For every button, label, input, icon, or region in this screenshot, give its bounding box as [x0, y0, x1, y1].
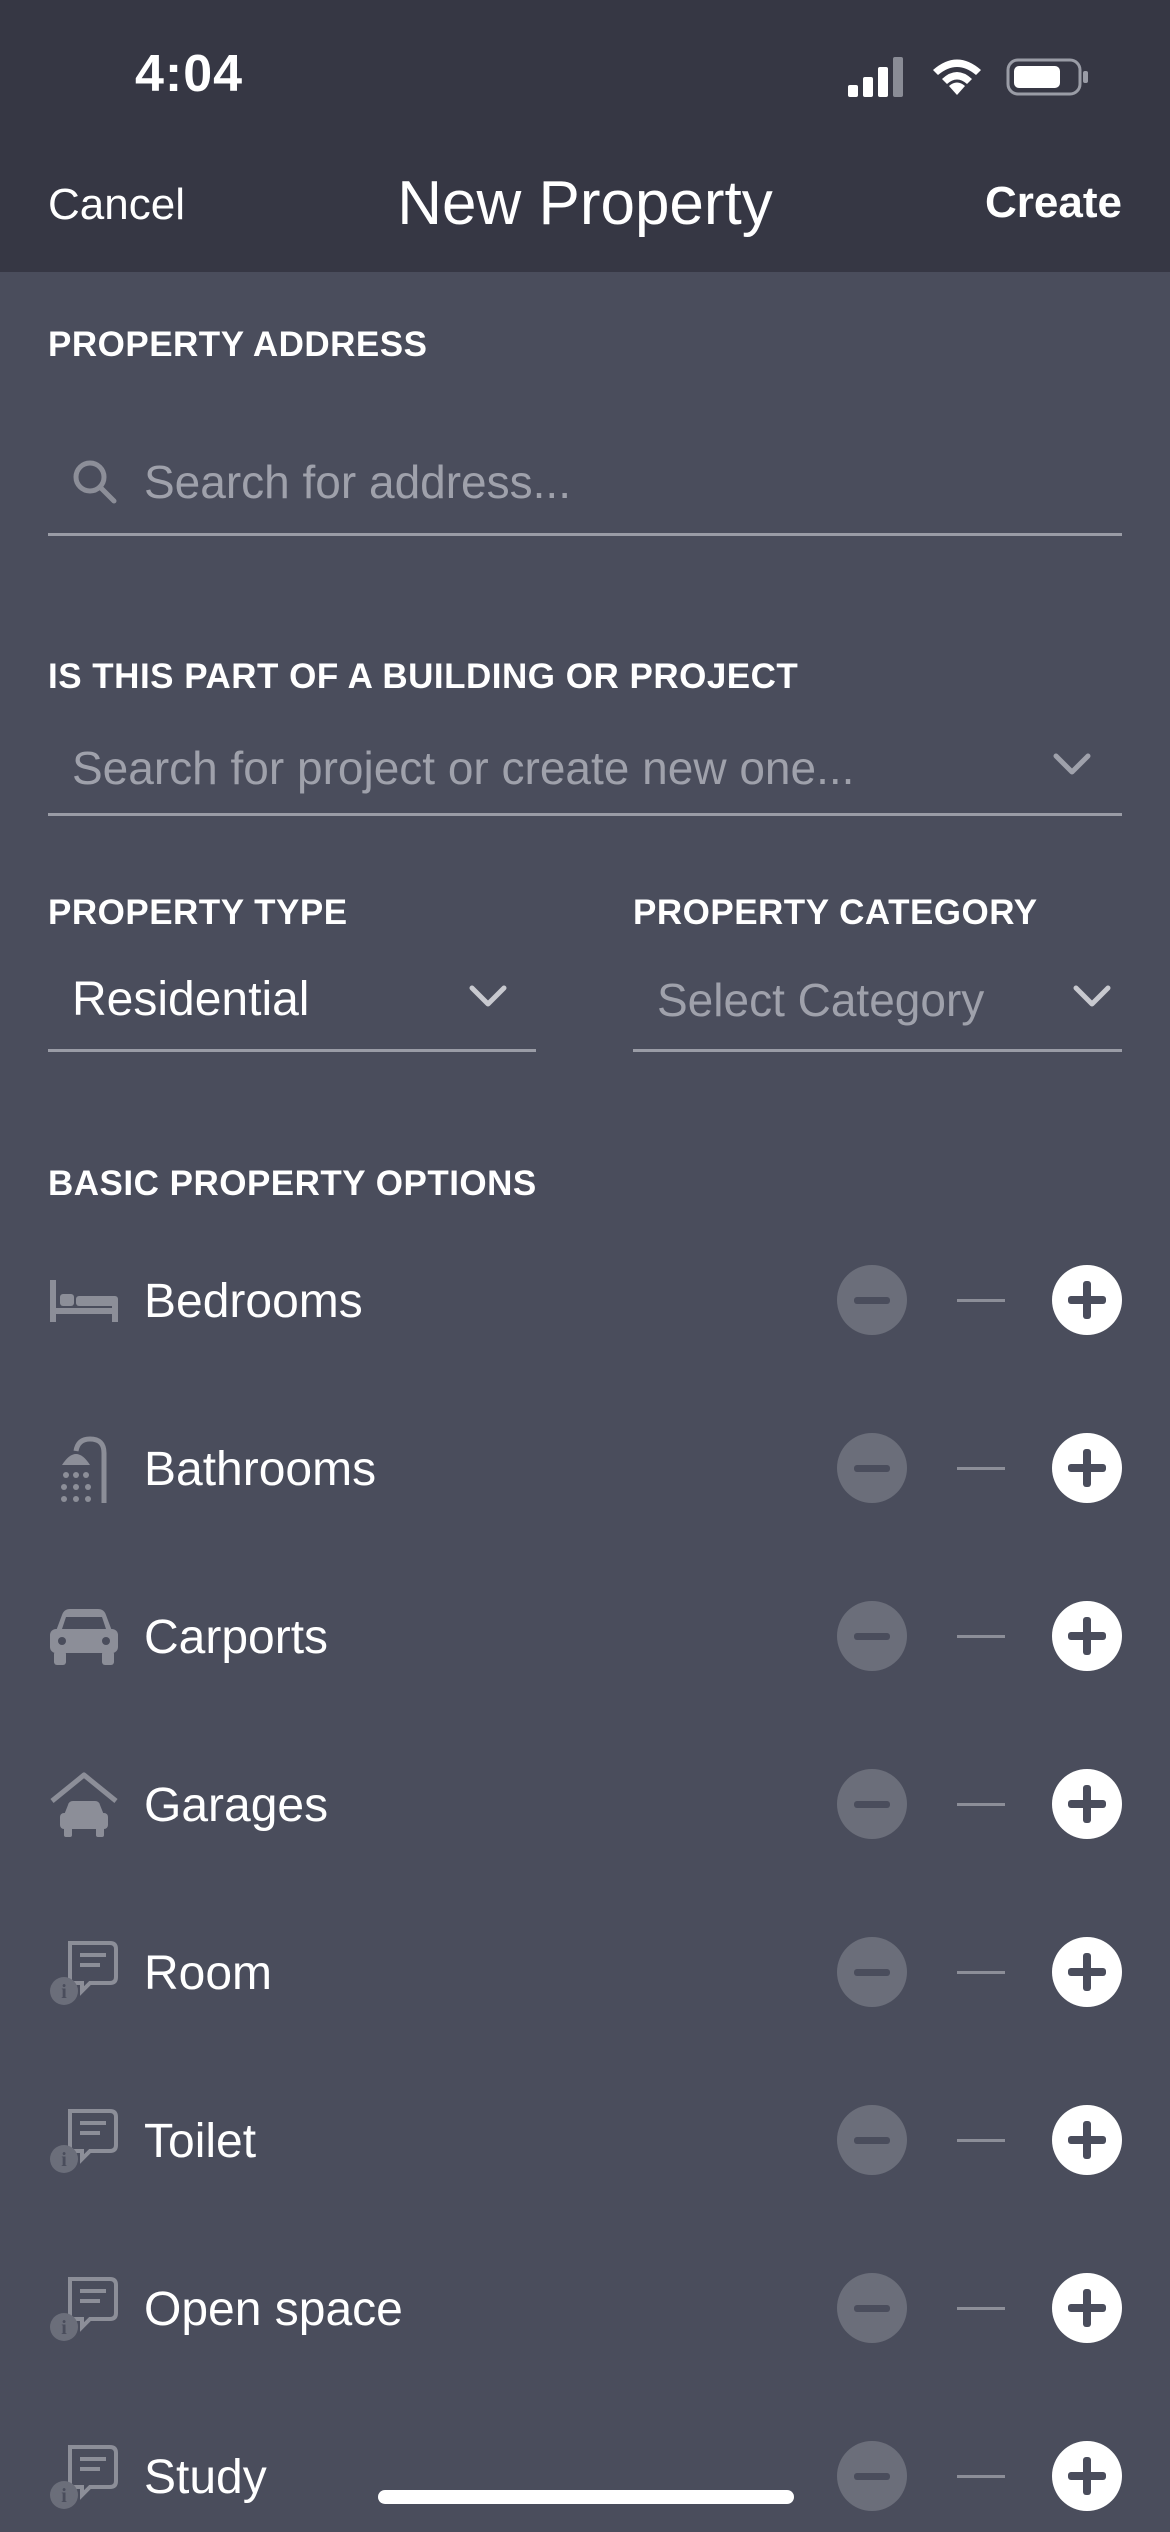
stepper-empty-value [957, 1467, 1005, 1470]
toilet-stepper [837, 2105, 1122, 2177]
option-row-study: i Study [48, 2437, 1122, 2517]
option-label: Bathrooms [144, 1442, 377, 1496]
project-section-label: IS THIS PART OF A BUILDING OR PROJECT [48, 657, 799, 696]
increment-button[interactable] [1052, 1601, 1122, 1671]
chevron-down-icon [468, 984, 508, 1015]
increment-button[interactable] [1052, 2273, 1122, 2343]
garages-stepper [837, 1769, 1122, 1841]
battery-icon [1006, 58, 1088, 96]
stepper-empty-value [957, 1635, 1005, 1638]
create-button[interactable]: Create [985, 178, 1122, 228]
room-info-icon: i [48, 2441, 120, 2513]
room-info-icon: i [48, 1937, 120, 2009]
decrement-button[interactable] [837, 1937, 907, 2007]
property-category-select[interactable]: Select Category [633, 950, 1122, 1052]
property-type-select[interactable]: Residential [48, 950, 536, 1052]
increment-button[interactable] [1052, 1265, 1122, 1335]
increment-button[interactable] [1052, 1769, 1122, 1839]
room-info-icon: i [48, 2273, 120, 2345]
decrement-button[interactable] [837, 1769, 907, 1839]
project-placeholder: Search for project or create new one... [72, 741, 855, 794]
decrement-button[interactable] [837, 2105, 907, 2175]
room-stepper [837, 1937, 1122, 2009]
chevron-down-icon [1072, 984, 1112, 1015]
top-bar: 4:04 Cancel New Property Create [0, 0, 1170, 272]
option-label: Toilet [144, 2114, 257, 2168]
increment-button[interactable] [1052, 1937, 1122, 2007]
increment-button[interactable] [1052, 2105, 1122, 2175]
wifi-icon [933, 59, 981, 95]
chevron-down-icon [1052, 752, 1092, 783]
bedrooms-stepper [837, 1265, 1122, 1337]
room-info-icon: i [48, 2105, 120, 2177]
property-category-placeholder: Select Category [657, 973, 985, 1026]
property-type-value: Residential [72, 973, 310, 1026]
svg-text:i: i [61, 2149, 67, 2171]
bed-icon [48, 1265, 120, 1337]
decrement-button[interactable] [837, 1601, 907, 1671]
study-stepper [837, 2441, 1122, 2513]
svg-text:i: i [61, 2317, 67, 2339]
address-search-field[interactable]: Search for address... [48, 430, 1122, 536]
stepper-empty-value [957, 2139, 1005, 2142]
bathrooms-stepper [837, 1433, 1122, 1505]
option-row-open-space: i Open space [48, 2269, 1122, 2349]
option-label: Open space [144, 2282, 403, 2336]
decrement-button[interactable] [837, 1433, 907, 1503]
address-section-label: PROPERTY ADDRESS [48, 325, 428, 364]
basic-options-label: BASIC PROPERTY OPTIONS [48, 1164, 537, 1203]
stepper-empty-value [957, 1299, 1005, 1302]
stepper-empty-value [957, 2475, 1005, 2478]
decrement-button[interactable] [837, 2441, 907, 2511]
search-icon [70, 457, 120, 507]
increment-button[interactable] [1052, 2441, 1122, 2511]
option-row-garages: Garages [48, 1765, 1122, 1845]
stepper-empty-value [957, 1803, 1005, 1806]
option-row-carports: Carports [48, 1597, 1122, 1677]
open-space-stepper [837, 2273, 1122, 2345]
address-placeholder: Search for address... [144, 455, 571, 508]
svg-text:i: i [61, 1981, 67, 2003]
project-search-field[interactable]: Search for project or create new one... [48, 722, 1122, 816]
status-time: 4:04 [135, 45, 244, 103]
shower-icon [48, 1433, 120, 1505]
option-label: Garages [144, 1778, 329, 1832]
option-label: Carports [144, 1610, 329, 1664]
option-label: Bedrooms [144, 1274, 363, 1328]
carports-stepper [837, 1601, 1122, 1673]
option-row-toilet: i Toilet [48, 2101, 1122, 2181]
decrement-button[interactable] [837, 1265, 907, 1335]
property-category-label: PROPERTY CATEGORY [633, 893, 1038, 932]
garage-icon [48, 1769, 120, 1841]
increment-button[interactable] [1052, 1433, 1122, 1503]
cellular-signal-icon [848, 57, 903, 97]
stepper-empty-value [957, 2307, 1005, 2310]
option-row-bedrooms: Bedrooms [48, 1261, 1122, 1341]
property-type-label: PROPERTY TYPE [48, 893, 348, 932]
svg-text:i: i [61, 2485, 67, 2507]
home-indicator[interactable] [378, 2490, 794, 2504]
option-row-bathrooms: Bathrooms [48, 1429, 1122, 1509]
option-label: Study [144, 2450, 267, 2504]
decrement-button[interactable] [837, 2273, 907, 2343]
option-row-room: i Room [48, 1933, 1122, 2013]
car-icon [48, 1601, 120, 1673]
option-label: Room [144, 1946, 273, 2000]
status-icons [848, 52, 1090, 102]
stepper-empty-value [957, 1971, 1005, 1974]
